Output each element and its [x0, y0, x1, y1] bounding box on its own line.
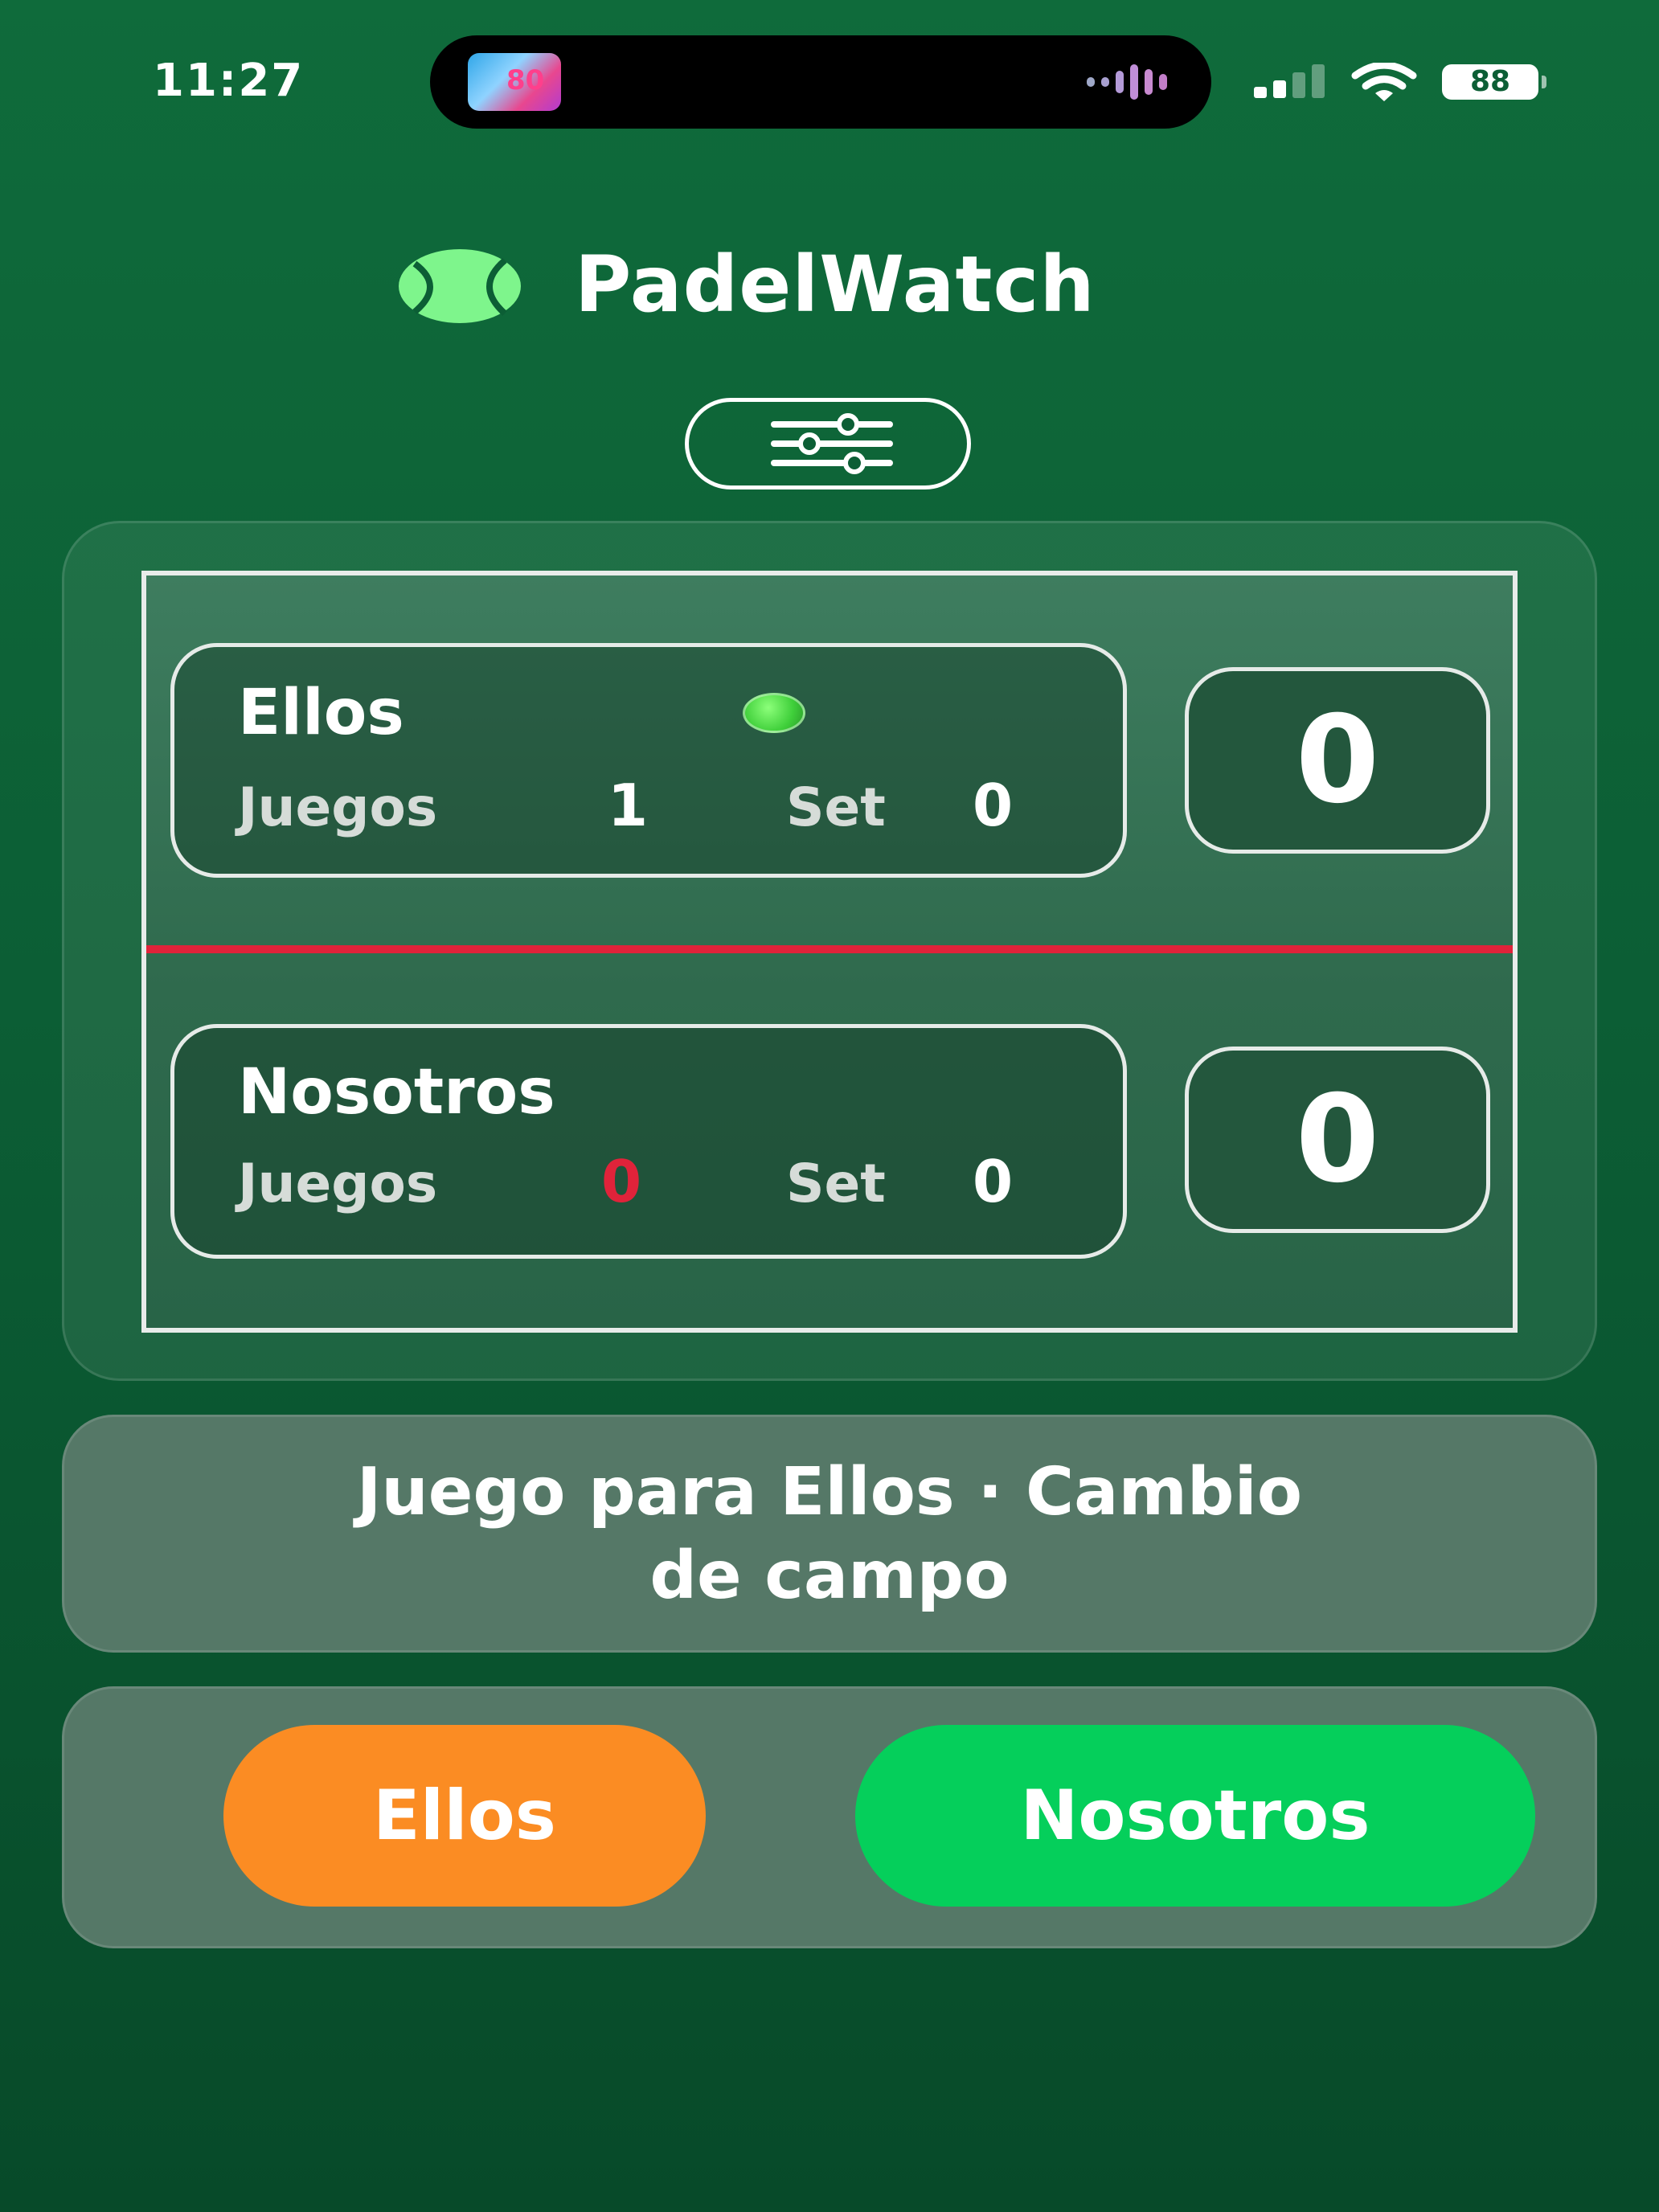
battery-tip	[1542, 76, 1546, 88]
team-name-ellos: Ellos	[238, 677, 404, 749]
point-ellos-button[interactable]: Ellos	[223, 1725, 706, 1907]
games-label-nosotros: Juegos	[238, 1153, 438, 1215]
status-message-line-1: Juego para Ellos · Cambio	[356, 1454, 1303, 1530]
point-nosotros-button[interactable]: Nosotros	[855, 1725, 1535, 1907]
games-value-nosotros: 0	[601, 1148, 642, 1215]
points-nosotros: 0	[1185, 1047, 1490, 1233]
status-message: Juego para Ellos · Cambio de campo	[113, 1451, 1546, 1618]
set-value-ellos: 0	[973, 772, 1014, 839]
court-net-line	[146, 945, 1513, 953]
status-message-line-2: de campo	[649, 1538, 1010, 1614]
now-playing-artwork-text: 80	[506, 64, 545, 96]
sliders-icon	[771, 413, 893, 474]
padel-ball-icon	[399, 249, 521, 323]
cellular-signal-icon	[1254, 64, 1325, 98]
status-time: 11:27	[153, 55, 305, 107]
audio-waveform-icon	[1087, 64, 1167, 100]
app-title: PadelWatch	[575, 240, 1096, 330]
team-name-nosotros: Nosotros	[238, 1056, 555, 1129]
wifi-icon	[1351, 63, 1417, 101]
serving-indicator	[743, 693, 805, 733]
points-ellos: 0	[1185, 667, 1490, 854]
games-label-ellos: Juegos	[238, 776, 438, 838]
set-value-nosotros: 0	[973, 1148, 1014, 1215]
set-label-ellos: Set	[786, 776, 886, 838]
settings-button[interactable]	[685, 398, 971, 490]
set-label-nosotros: Set	[786, 1153, 886, 1215]
battery-indicator: 88	[1442, 64, 1538, 100]
games-value-ellos: 1	[608, 772, 649, 839]
